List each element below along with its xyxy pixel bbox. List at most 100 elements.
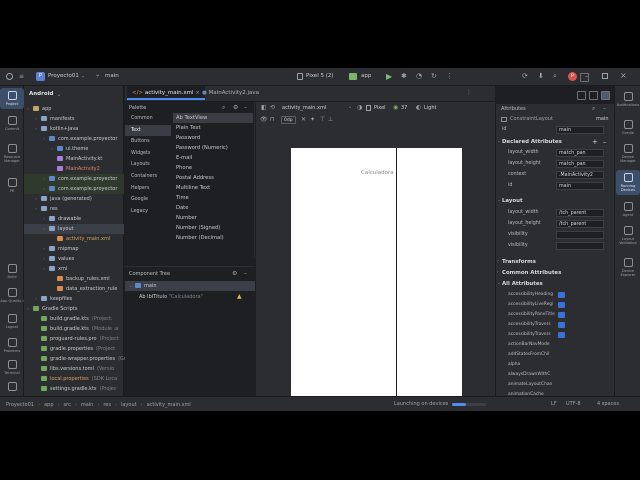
project-tree-item[interactable]: › xml [24, 264, 124, 274]
palette-item[interactable]: Password (Numeric) [173, 143, 253, 153]
tool-problems[interactable]: Problems [0, 338, 24, 353]
attribute-value-input[interactable]: .MainActivity2 [556, 171, 604, 179]
gradle-sync-icon[interactable]: ⟳ [522, 72, 528, 80]
add-attribute-icon[interactable]: + [592, 137, 598, 147]
tool-logcat[interactable]: Logcat [0, 314, 24, 329]
attribute-flag-icon[interactable] [558, 332, 565, 338]
device-selector[interactable]: Pixel [374, 105, 386, 111]
project-tree-item[interactable]: MainActivity2 [24, 164, 124, 174]
breadcrumb-item[interactable]: app [44, 402, 53, 408]
breadcrumb-item[interactable]: res [103, 402, 111, 408]
breadcrumb-item[interactable]: main [81, 402, 94, 408]
project-tree-item[interactable]: › java (generated) [24, 194, 124, 204]
project-tree-item[interactable]: › layout [24, 224, 124, 234]
sdk-manager-icon[interactable]: ⬇ [538, 72, 544, 80]
all-attribute-row[interactable]: accessibilityHeading [496, 290, 614, 300]
breadcrumb-item[interactable]: src [64, 402, 71, 408]
more-tabs-icon[interactable]: ⋮ [466, 89, 472, 96]
tool-resource-manager[interactable]: Resource Manager [0, 144, 24, 163]
warning-icon[interactable]: ▲ [237, 293, 242, 300]
device-selector[interactable]: Pixel 5 (2) [306, 73, 334, 79]
tool-app-quality[interactable]: App Quality I [0, 288, 24, 303]
project-tree-item[interactable]: › keepfiles [24, 294, 124, 304]
magnet-icon[interactable]: ⊓ [270, 116, 275, 123]
close-icon[interactable]: × [620, 71, 627, 80]
tool-project[interactable]: Project [0, 88, 24, 109]
tool-commit[interactable]: Commit [0, 116, 24, 131]
attribute-value-input[interactable]: match_pan [556, 149, 604, 157]
project-tree-item[interactable]: gradle.properties (Project [24, 344, 124, 354]
all-attribute-row[interactable]: accessibilityLiveRegi [496, 300, 614, 310]
attribute-flag-icon[interactable] [558, 292, 565, 298]
attribute-flag-icon[interactable] [558, 312, 565, 318]
palette-item[interactable]: Ab TextView [173, 113, 253, 123]
project-tree-item[interactable]: › app [24, 104, 124, 114]
theme-selector[interactable]: Light [424, 105, 436, 111]
palette-item[interactable]: Time [173, 193, 253, 203]
debug-icon[interactable]: ✱ [401, 72, 407, 80]
palette-item[interactable]: Plain Text [173, 123, 253, 133]
attribute-flag-icon[interactable] [558, 302, 565, 308]
orientation-icon[interactable]: ⟲ [270, 104, 275, 111]
more-actions-icon[interactable]: ⋮ [446, 72, 453, 80]
project-tree-item[interactable]: › values [24, 254, 124, 264]
code-view-button[interactable] [580, 73, 589, 82]
canvas-scrollbar[interactable] [484, 142, 490, 392]
breadcrumb-item[interactable]: activity_main.xml [147, 402, 191, 408]
tool-terminal[interactable]: Terminal [0, 360, 24, 375]
gear-icon[interactable]: ⚙ [232, 270, 237, 277]
palette-item[interactable]: Number [173, 213, 253, 223]
tool-gradle[interactable]: Gradle [616, 120, 640, 135]
profile-icon[interactable]: ◔ [416, 72, 422, 80]
project-tree-item[interactable]: settings.gradle.kts (Projec [24, 384, 124, 394]
tool-layout-validation[interactable]: Layout Validation [616, 226, 640, 245]
design-view-button[interactable] [601, 91, 610, 100]
project-tree-item[interactable]: build.gradle.kts (Module :a [24, 324, 124, 334]
layout-header[interactable]: ⌄ Layout [496, 196, 614, 206]
project-tree-item[interactable]: proguard-rules.pro (Project [24, 334, 124, 344]
tool-device-manager[interactable]: Device Manager [616, 144, 640, 163]
all-attribute-row[interactable]: animateLayoutChan [496, 380, 614, 390]
calculator-label[interactable]: Calculadora [361, 170, 394, 176]
tree-node-lbltitulo[interactable]: Ab lblTitulo "Calculadora" [125, 292, 255, 302]
attribute-value-input[interactable] [556, 242, 604, 250]
project-tree-item[interactable]: › mipmap [24, 244, 124, 254]
tool-pull-requests[interactable]: PR [0, 178, 24, 193]
api-selector[interactable]: 37 [401, 105, 407, 111]
palette-item[interactable]: Number (Decimal) [173, 233, 253, 243]
project-tree-item[interactable]: › ui.theme [24, 144, 124, 154]
project-tree-item[interactable]: MainActivity.kt [24, 154, 124, 164]
file-selector[interactable]: activity_main.xml [282, 105, 326, 111]
all-attribute-row[interactable]: accessibilityTravers [496, 330, 614, 340]
all-attribute-row[interactable]: actionBarNavMode [496, 340, 614, 350]
tool-build[interactable]: Build [0, 264, 24, 279]
breadcrumb-item[interactable]: Proyecto01 [6, 402, 34, 408]
attribute-flag-icon[interactable] [558, 322, 565, 328]
tool-device-explorer[interactable]: Device Explorer [616, 258, 640, 277]
attribute-value-input[interactable]: /tch_parent [556, 209, 604, 217]
palette-item[interactable]: Postal Address [173, 173, 253, 183]
attribute-value-input[interactable] [556, 231, 604, 239]
project-view-selector[interactable]: Android ⌄ [29, 89, 61, 99]
project-tree-item[interactable]: › com.example.proyector [24, 134, 124, 144]
project-tree-item[interactable]: › kotlin+java [24, 124, 124, 134]
attribute-value-input[interactable]: /tch_parent [556, 220, 604, 228]
palette-item[interactable]: Phone [173, 163, 253, 173]
attribute-value-input[interactable]: match_pan [556, 160, 604, 168]
declared-header[interactable]: ⌄ Declared Attributes + – [496, 137, 614, 147]
palette-item[interactable]: Password [173, 133, 253, 143]
hide-icon[interactable]: – [244, 270, 247, 277]
tool-version-control[interactable] [0, 382, 24, 393]
project-tree-item[interactable]: libs.versions.toml (Versio [24, 364, 124, 374]
phone-preview[interactable]: Calculadora [291, 148, 462, 398]
align-icon[interactable]: ⊥ [328, 116, 333, 123]
layers-icon[interactable]: ◧ [261, 104, 267, 111]
all-attribute-row[interactable]: addStatesFromChil [496, 350, 614, 360]
tool-running-devices[interactable]: Running Devices [616, 170, 640, 195]
indent-setting[interactable]: 4 spaces [597, 401, 619, 407]
user-avatar[interactable]: P [568, 72, 577, 81]
remove-attribute-icon[interactable]: – [603, 137, 607, 147]
clear-constraints-icon[interactable]: ✕ [301, 116, 306, 123]
search-icon[interactable]: ⌕ [592, 105, 595, 113]
run-config-selector[interactable]: app [361, 73, 371, 79]
